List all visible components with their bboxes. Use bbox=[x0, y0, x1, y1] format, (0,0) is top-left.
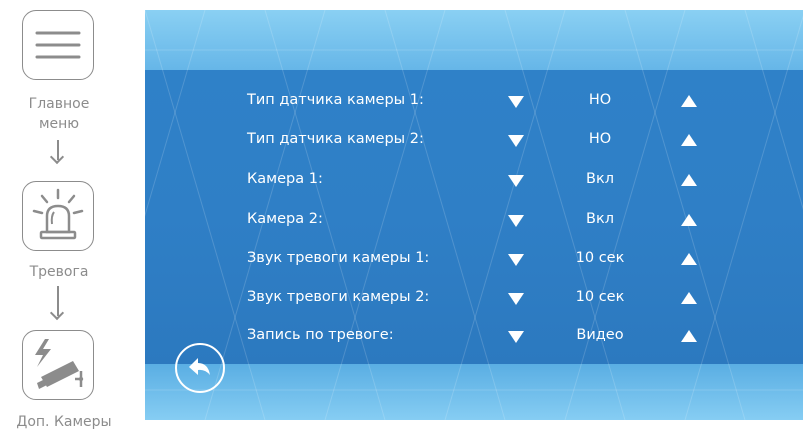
menu-icon bbox=[35, 31, 81, 59]
alarm-settings-panel: Тип датчика камеры 1: НО Тип датчика кам… bbox=[145, 10, 803, 420]
alarm-beacon-icon bbox=[32, 188, 84, 240]
setting-row-camera-1: Камера 1: Вкл bbox=[145, 161, 803, 197]
increase-arrow-icon[interactable] bbox=[681, 214, 697, 226]
decrease-arrow-icon[interactable] bbox=[508, 331, 524, 343]
setting-row-alarm-recording: Запись по тревоге: Видео bbox=[145, 317, 803, 353]
increase-arrow-icon[interactable] bbox=[681, 95, 697, 107]
increase-arrow-icon[interactable] bbox=[681, 174, 697, 186]
setting-row-camera-2: Камера 2: Вкл bbox=[145, 201, 803, 237]
setting-value: 10 сек bbox=[575, 250, 625, 266]
decrease-arrow-icon[interactable] bbox=[508, 254, 524, 266]
main-menu-button[interactable] bbox=[22, 10, 94, 80]
arrow-down-icon bbox=[57, 286, 59, 316]
setting-value: Вкл bbox=[586, 171, 614, 187]
decrease-arrow-icon[interactable] bbox=[508, 293, 524, 305]
left-navigation: Главное меню Тревога Доп. Камеры bbox=[0, 0, 140, 430]
decrease-arrow-icon[interactable] bbox=[508, 96, 524, 108]
increase-arrow-icon[interactable] bbox=[681, 330, 697, 342]
setting-value: 10 сек bbox=[575, 289, 625, 305]
decrease-arrow-icon[interactable] bbox=[508, 215, 524, 227]
extra-cameras-button[interactable] bbox=[22, 330, 94, 400]
setting-label: Тип датчика камеры 2: bbox=[247, 131, 424, 147]
setting-label: Звук тревоги камеры 2: bbox=[247, 289, 430, 305]
setting-value: НО bbox=[588, 92, 612, 108]
setting-label: Запись по тревоге: bbox=[247, 327, 394, 343]
setting-label: Тип датчика камеры 1: bbox=[247, 92, 424, 108]
setting-row-sensor-type-camera-2: Тип датчика камеры 2: НО bbox=[145, 121, 803, 157]
setting-label: Камера 2: bbox=[247, 211, 323, 227]
setting-row-alarm-sound-camera-1: Звук тревоги камеры 1: 10 сек bbox=[145, 240, 803, 276]
camera-lightning-icon bbox=[35, 339, 84, 389]
decrease-arrow-icon[interactable] bbox=[508, 135, 524, 147]
arrow-down-icon bbox=[57, 140, 59, 160]
increase-arrow-icon[interactable] bbox=[681, 134, 697, 146]
setting-value: Вкл bbox=[586, 211, 614, 227]
increase-arrow-icon[interactable] bbox=[681, 253, 697, 265]
nav-label-alarm: Тревога bbox=[29, 264, 89, 280]
nav-label-extra-cameras: Доп. Камеры bbox=[16, 414, 112, 430]
setting-value: Видео bbox=[576, 327, 624, 343]
nav-label-main-menu: Главное меню bbox=[28, 96, 90, 132]
setting-label: Звук тревоги камеры 1: bbox=[247, 250, 430, 266]
back-arrow-icon bbox=[189, 358, 210, 375]
increase-arrow-icon[interactable] bbox=[681, 292, 697, 304]
setting-label: Камера 1: bbox=[247, 171, 323, 187]
setting-value: НО bbox=[588, 131, 612, 147]
setting-row-alarm-sound-camera-2: Звук тревоги камеры 2: 10 сек bbox=[145, 279, 803, 315]
back-button[interactable] bbox=[175, 343, 225, 393]
setting-row-sensor-type-camera-1: Тип датчика камеры 1: НО bbox=[145, 82, 803, 118]
alarm-button[interactable] bbox=[22, 181, 94, 251]
decrease-arrow-icon[interactable] bbox=[508, 175, 524, 187]
